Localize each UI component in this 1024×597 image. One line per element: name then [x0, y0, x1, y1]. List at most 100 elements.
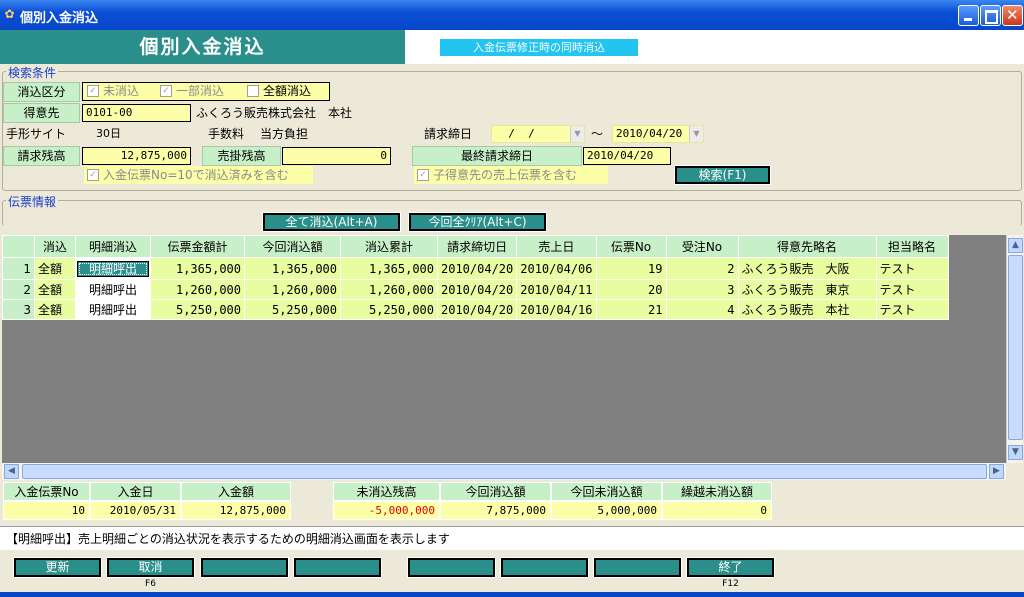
scroll-up-icon[interactable]: ▲ — [1008, 238, 1023, 253]
cumulative-cell: 1,260,000 — [340, 279, 438, 300]
fkey-f8-button[interactable] — [293, 557, 382, 578]
close-icon: ✕ — [1006, 6, 1019, 24]
cancel-button[interactable]: 取消 — [106, 557, 195, 578]
include-child-checkbox[interactable]: ✓ 子得意先の売上伝票を含む — [414, 166, 608, 184]
maximize-button[interactable] — [980, 5, 1001, 26]
include-applied-checkbox[interactable]: ✓ 入金伝票No=10で消込済みを含む — [84, 166, 313, 184]
payment-amount-label: 入金額 — [181, 482, 291, 501]
cumulative-cell: 5,250,000 — [340, 299, 438, 320]
keshikomi-kubun-label: 消込区分 — [3, 82, 80, 102]
search-button[interactable]: 検索(F1) — [674, 165, 771, 185]
row-number: 1 — [2, 257, 35, 280]
current-unapplied-value: 5,000,000 — [551, 501, 662, 520]
chevron-down-icon[interactable]: ▼ — [570, 126, 584, 142]
scroll-down-icon[interactable]: ▼ — [1008, 445, 1023, 460]
total-cell: 5,250,000 — [150, 299, 245, 320]
horizontal-scrollbar[interactable]: ◀ ▶ — [2, 463, 1006, 480]
slips-table: 消込 明細消込 伝票金額計 今回消込額 消込累計 請求締切日 売上日 伝票No … — [2, 235, 949, 320]
last-closing-label: 最終請求締日 — [412, 146, 582, 166]
clear-all-button[interactable]: 今回全ｸﾘｱ(Alt+C) — [408, 212, 547, 232]
check-icon: ✓ — [87, 168, 99, 181]
col-header: 伝票No — [595, 235, 667, 258]
closing-cell: 2010/04/20 — [436, 279, 518, 300]
order-no-cell: 4 — [665, 299, 739, 320]
col-header: 受注No — [665, 235, 739, 258]
apply-cell[interactable]: 全額 — [34, 279, 76, 300]
chevron-down-icon[interactable]: ▼ — [689, 126, 703, 142]
close-button[interactable]: ✕ — [1002, 5, 1023, 26]
customer-cell: ふくろう販売 東京 — [737, 279, 877, 300]
current-apply-cell[interactable]: 1,365,000 — [244, 257, 341, 280]
current-apply-cell[interactable]: 5,250,000 — [244, 299, 341, 320]
col-header: 明細消込 — [75, 235, 151, 258]
billing-balance-value: 12,875,000 — [82, 147, 191, 165]
sales-date-cell: 2010/04/16 — [516, 299, 597, 320]
order-no-cell: 2 — [665, 257, 739, 280]
title-bar: ✿ 個別入金消込 ✕ — [0, 0, 1024, 30]
table-row[interactable]: 3 全額 明細呼出 5,250,000 5,250,000 5,250,000 … — [2, 299, 949, 320]
scroll-left-icon[interactable]: ◀ — [4, 464, 19, 479]
apply-cell[interactable]: 全額 — [34, 299, 76, 320]
apply-cell[interactable]: 全額 — [34, 257, 76, 280]
customer-label: 得意先 — [3, 103, 80, 123]
slips-group-label: 伝票情報 — [6, 193, 59, 210]
scroll-thumb[interactable] — [1008, 255, 1023, 440]
end-button[interactable]: 終了 — [686, 557, 775, 578]
total-cell: 1,365,000 — [150, 257, 245, 280]
scroll-right-icon[interactable]: ▶ — [989, 464, 1004, 479]
detail-call-button[interactable]: 明細呼出 — [77, 260, 149, 277]
table-header-row: 消込 明細消込 伝票金額計 今回消込額 消込累計 請求締切日 売上日 伝票No … — [2, 235, 949, 258]
owl-app-icon: ✿ — [4, 7, 15, 21]
check-icon: ✓ — [87, 84, 99, 97]
checkbox-empty-icon — [247, 84, 259, 97]
ar-balance-value: 0 — [282, 147, 391, 165]
billing-balance-label: 請求残高 — [3, 146, 80, 166]
fkey-f10-button[interactable] — [500, 557, 589, 578]
col-header: 伝票金額計 — [150, 235, 245, 258]
order-no-cell: 3 — [665, 279, 739, 300]
fkey-f9-button[interactable] — [407, 557, 496, 578]
payment-date-label: 入金日 — [90, 482, 181, 501]
slips-grid: 消込 明細消込 伝票金額計 今回消込額 消込累計 請求締切日 売上日 伝票No … — [2, 235, 1006, 463]
unapplied-balance-label: 未消込残高 — [333, 482, 440, 501]
last-closing-value: 2010/04/20 — [583, 147, 671, 165]
staff-cell: テスト — [875, 279, 949, 300]
closing-cell: 2010/04/20 — [436, 257, 518, 280]
total-cell: 1,260,000 — [150, 279, 245, 300]
table-row[interactable]: 1 全額 明細呼出 1,365,000 1,365,000 1,365,000 … — [2, 257, 949, 280]
table-row[interactable]: 2 全額 明細呼出 1,260,000 1,260,000 1,260,000 … — [2, 279, 949, 300]
apply-all-button[interactable]: 全て消込(Alt+A) — [262, 212, 401, 232]
fee-label: 手数料 — [208, 127, 245, 141]
vertical-scrollbar[interactable]: ▲ ▼ — [1006, 235, 1023, 463]
payment-slip-no-value: 10 — [3, 501, 90, 520]
opt-partial[interactable]: ✓ 一部消込 — [157, 83, 243, 100]
ar-balance-label: 売掛残高 — [202, 146, 281, 166]
row-number: 2 — [2, 279, 35, 300]
bottom-border — [0, 592, 1024, 597]
update-button[interactable]: 更新 — [13, 557, 102, 578]
opt-unapplied[interactable]: ✓ 未消込 — [84, 83, 156, 100]
scroll-thumb[interactable] — [22, 464, 987, 479]
page-title: 個別入金消込 — [0, 30, 405, 64]
col-header: 得意先略名 — [737, 235, 877, 258]
detail-call-button[interactable]: 明細呼出 — [75, 299, 151, 320]
range-tilde: ～ — [591, 127, 604, 141]
window-title: 個別入金消込 — [20, 11, 99, 26]
carryover-label: 繰越未消込額 — [662, 482, 772, 501]
customer-cell: ふくろう販売 本社 — [737, 299, 877, 320]
detail-call-button[interactable]: 明細呼出 — [75, 279, 151, 300]
col-header: 売上日 — [516, 235, 597, 258]
customer-code-input[interactable]: 0101-00 — [82, 104, 191, 122]
current-apply-cell[interactable]: 1,260,000 — [244, 279, 341, 300]
slip-no-cell: 21 — [595, 299, 667, 320]
closing-cell: 2010/04/20 — [436, 299, 518, 320]
sales-date-cell: 2010/04/11 — [516, 279, 597, 300]
minimize-button[interactable] — [958, 5, 979, 26]
fkey-f7-button[interactable] — [200, 557, 289, 578]
current-applied-value: 7,875,000 — [440, 501, 551, 520]
opt-full[interactable]: 全額消込 — [244, 83, 328, 100]
detail-call-cell[interactable]: 明細呼出 — [75, 257, 151, 280]
fkey-f11-button[interactable] — [593, 557, 682, 578]
payment-slip-no-label: 入金伝票No — [3, 482, 90, 501]
slip-no-cell: 20 — [595, 279, 667, 300]
